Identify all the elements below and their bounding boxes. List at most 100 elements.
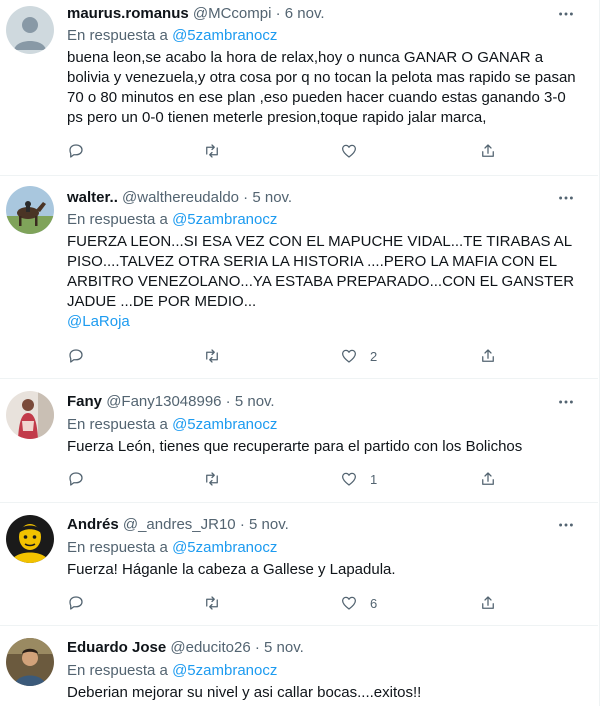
separator-dot: · (275, 5, 281, 22)
reply-context: En respuesta a @5zambranocz (67, 210, 277, 230)
more-options-button[interactable] (556, 4, 576, 24)
reply-button[interactable] (67, 593, 85, 613)
tweet[interactable]: maurus.romanus @MCcompi · 6 nov. En resp… (0, 0, 598, 176)
share-icon (482, 349, 494, 362)
more-options-button[interactable] (556, 392, 576, 412)
reply-button[interactable] (67, 469, 85, 489)
tweet-text-line: ps pero un 0-0 tienen meterle presion,to… (67, 109, 487, 126)
tweet-text: Fuerza! Háganle la cabeza a Gallese y La… (67, 560, 567, 580)
tweet[interactable]: Fany @Fany13048996 · 5 nov. En respuesta… (0, 379, 598, 503)
avatar[interactable] (6, 391, 54, 439)
tweet[interactable]: Eduardo Jose @educito26 · 5 nov. En resp… (0, 626, 598, 706)
like-icon (341, 349, 357, 363)
share-button[interactable] (479, 141, 497, 161)
tweet-header: Eduardo Jose @educito26 · 5 nov. (67, 638, 304, 658)
tweet-actions (67, 141, 497, 161)
retweet-button[interactable] (203, 346, 221, 366)
reply-mention-link[interactable]: @5zambranocz (172, 211, 277, 228)
display-name[interactable]: maurus.romanus (67, 5, 189, 22)
reply-prefix: En respuesta a (67, 27, 168, 44)
tweet-text: buena leon,se acabo la hora de relax,hoy… (67, 48, 576, 128)
replies-feed: maurus.romanus @MCcompi · 6 nov. En resp… (0, 0, 600, 706)
share-button[interactable] (479, 469, 497, 489)
tweet-text-line: Fuerza! Háganle la cabeza a Gallese y La… (67, 561, 396, 578)
retweet-button[interactable] (203, 593, 221, 613)
user-handle[interactable]: @_andres_JR10 (123, 516, 236, 533)
more-options-button[interactable] (556, 188, 576, 208)
reply-context: En respuesta a @5zambranocz (67, 538, 277, 558)
tweet-actions: 1 (67, 469, 497, 489)
reply-mention-link[interactable]: @5zambranocz (172, 662, 277, 679)
retweet-icon (206, 144, 218, 158)
user-handle[interactable]: @MCcompi (193, 5, 272, 22)
reply-button[interactable] (67, 346, 85, 366)
tweet-date[interactable]: 5 nov. (264, 639, 304, 656)
tweet-header: maurus.romanus @MCcompi · 6 nov. (67, 4, 325, 24)
display-name[interactable]: Andrés (67, 516, 119, 533)
display-name[interactable]: Fany (67, 393, 102, 410)
share-icon (482, 144, 494, 157)
avatar[interactable] (6, 638, 54, 686)
tweet-text-line: bolivia y venezuela,y otra cosa por q no… (67, 69, 576, 86)
reply-mention-link[interactable]: @5zambranocz (172, 539, 277, 556)
more-options-button[interactable] (556, 515, 576, 535)
user-handle[interactable]: @educito26 (170, 639, 250, 656)
separator-dot: · (254, 639, 260, 656)
share-icon (482, 472, 494, 485)
retweet-icon (206, 472, 218, 486)
tweet-date[interactable]: 5 nov. (252, 189, 292, 206)
tweet[interactable]: Andrés @_andres_JR10 · 5 nov. En respues… (0, 503, 598, 626)
tweet-date[interactable]: 5 nov. (249, 516, 289, 533)
like-icon (341, 596, 357, 610)
reply-icon (69, 349, 83, 363)
like-count: 1 (370, 471, 378, 487)
reply-icon (69, 472, 83, 486)
reply-prefix: En respuesta a (67, 539, 168, 556)
reply-context: En respuesta a @5zambranocz (67, 415, 277, 435)
reply-mention-link[interactable]: @5zambranocz (172, 416, 277, 433)
avatar[interactable] (6, 515, 54, 563)
like-button[interactable] (340, 141, 370, 161)
tweet-text-line: PISO....TALVEZ OTRA SERIA LA HISTORIA ..… (67, 253, 558, 270)
reply-icon (69, 596, 83, 610)
mention-link[interactable]: @LaRoja (67, 312, 567, 332)
like-count: 6 (370, 595, 378, 611)
more-options-icon (559, 12, 573, 16)
tweet-header: walter.. @walthereudaldo · 5 nov. (67, 188, 292, 208)
tweet-header: Fany @Fany13048996 · 5 nov. (67, 392, 275, 412)
tweet-date[interactable]: 6 nov. (285, 5, 325, 22)
tweet[interactable]: walter.. @walthereudaldo · 5 nov. En res… (0, 176, 598, 379)
reply-mention-link[interactable]: @5zambranocz (172, 27, 277, 44)
more-options-icon (559, 196, 573, 200)
display-name[interactable]: walter.. (67, 189, 118, 206)
like-button[interactable]: 2 (340, 346, 377, 366)
reply-prefix: En respuesta a (67, 416, 168, 433)
separator-dot: · (243, 189, 249, 206)
tweet-header: Andrés @_andres_JR10 · 5 nov. (67, 515, 289, 535)
like-button[interactable]: 1 (340, 469, 377, 489)
avatar[interactable] (6, 186, 54, 234)
retweet-button[interactable] (203, 469, 221, 489)
separator-dot: · (225, 393, 231, 410)
user-handle[interactable]: @walthereudaldo (122, 189, 239, 206)
share-button[interactable] (479, 346, 497, 366)
reply-context: En respuesta a @5zambranocz (67, 661, 277, 681)
reply-button[interactable] (67, 141, 85, 161)
like-count: 2 (370, 348, 378, 364)
retweet-icon (206, 596, 218, 610)
reply-prefix: En respuesta a (67, 662, 168, 679)
retweet-button[interactable] (203, 141, 221, 161)
share-button[interactable] (479, 593, 497, 613)
tweet-actions: 6 (67, 593, 497, 613)
tweet-actions: 2 (67, 346, 497, 366)
user-handle[interactable]: @Fany13048996 (106, 393, 221, 410)
tweet-text-line: Deberian mejorar su nivel y asi callar b… (67, 684, 422, 701)
more-options-icon (559, 400, 573, 404)
tweet-text: Deberian mejorar su nivel y asi callar b… (67, 683, 567, 703)
avatar[interactable] (6, 6, 54, 54)
tweet-text: Fuerza León, tienes que recuperarte para… (67, 437, 567, 457)
like-button[interactable]: 6 (340, 593, 377, 613)
tweet-text: FUERZA LEON...SI ESA VEZ CON EL MAPUCHE … (67, 232, 574, 332)
display-name[interactable]: Eduardo Jose (67, 639, 166, 656)
tweet-date[interactable]: 5 nov. (235, 393, 275, 410)
